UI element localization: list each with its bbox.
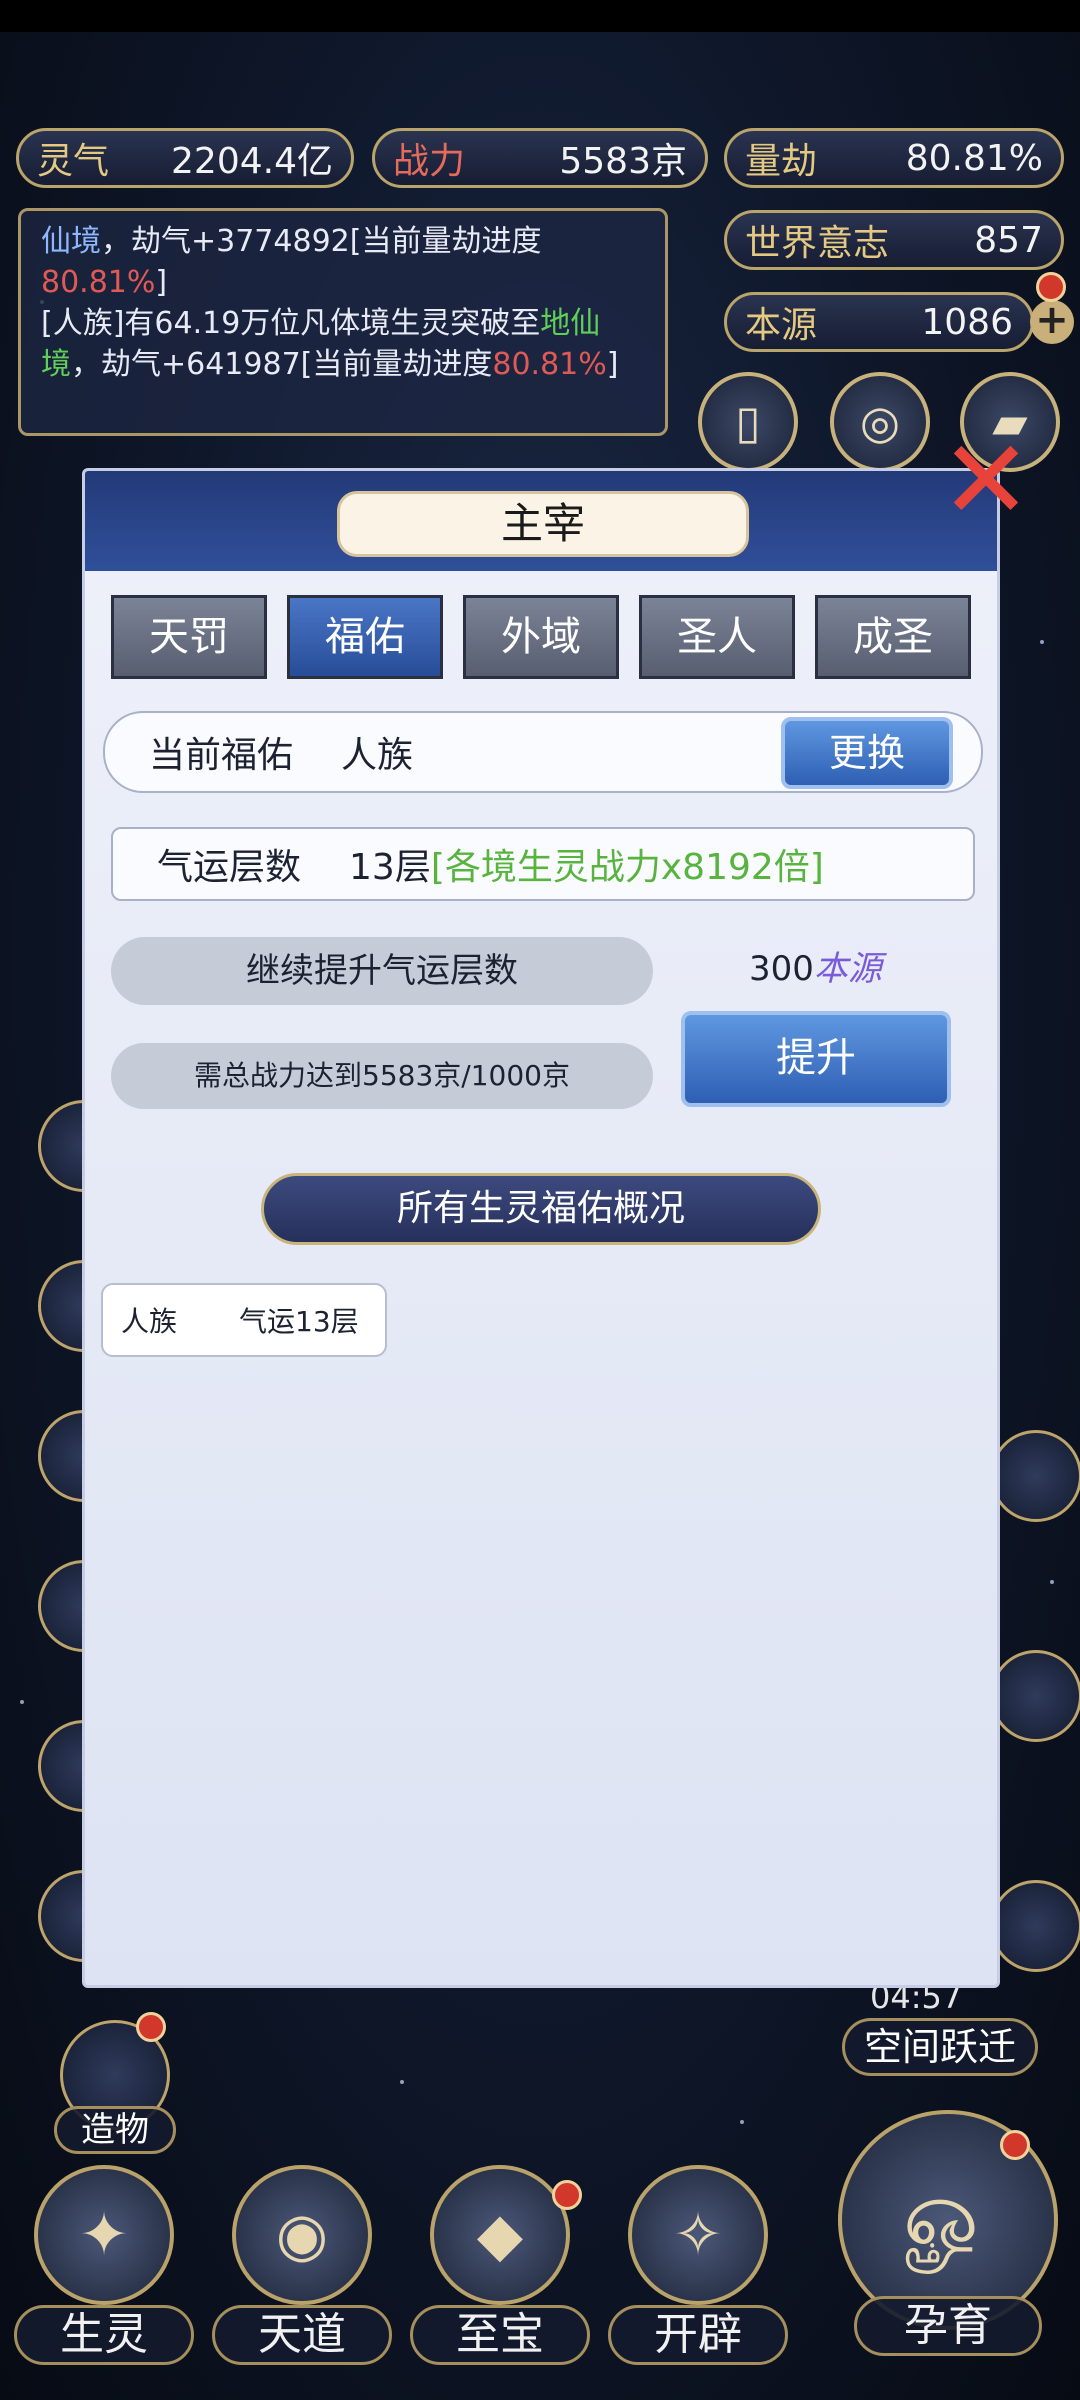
upgrade-requirement: 需总战力达到5583京/1000京 [111, 1043, 653, 1109]
nav-tiandao[interactable]: ◉ 天道 [212, 2165, 392, 2365]
log-text: [人族]有64.19万位凡体境生灵突破至 [41, 306, 541, 341]
side-left-label[interactable]: 造物 [54, 2106, 176, 2154]
notification-dot [1000, 2130, 1030, 2160]
upgrade-title: 继续提升气运层数 [111, 937, 653, 1005]
add-benyuan-button[interactable]: + [1030, 300, 1074, 344]
side-button[interactable] [990, 1430, 1080, 1522]
log-text: ，劫气+641987[当前量劫进度 [71, 347, 493, 382]
cost-amount: 300 [749, 949, 814, 989]
log-text: 地 [540, 306, 571, 341]
star-decoration [20, 1700, 24, 1704]
tab-fuyou[interactable]: 福佑 [287, 595, 443, 679]
space-warp-button[interactable]: 空间跃迁 [842, 2018, 1038, 2076]
shijie-label: 世界意志 [745, 223, 890, 264]
master-dialog: 主宰 天罚 福佑 外域 圣人 成圣 当前福佑 人族 更换 气运层数 13层 [各… [82, 468, 1000, 1988]
nav-label: 至宝 [410, 2305, 590, 2365]
overview-fortune: 气运13层 [239, 1305, 359, 1338]
log-line: [人族]有64.19万位凡体境生灵突破至地仙境，劫气+641987[当前量劫进度… [41, 303, 645, 385]
benyuan-counter: 本源 1086 [724, 292, 1034, 352]
tab-waiyu[interactable]: 外域 [463, 595, 619, 679]
nav-label: 孕育 [854, 2296, 1042, 2356]
swap-button[interactable]: 更换 [781, 717, 953, 789]
overview-banner: 所有生灵福佑概况 [261, 1173, 821, 1245]
liangjie-label: 量劫 [745, 141, 818, 182]
star-decoration [1040, 640, 1044, 644]
log-text: ，劫气+3774892[当前量劫进度 [101, 224, 542, 259]
fortune-value: 13层 [349, 847, 431, 888]
book-icon[interactable]: ▯ [698, 372, 798, 472]
shijie-counter[interactable]: 世界意志 857 [724, 210, 1064, 270]
swirl-icon: ◉ [232, 2165, 372, 2305]
star-decoration [400, 2080, 404, 2084]
star-decoration [1050, 1580, 1054, 1584]
cost-unit: 本源 [813, 949, 882, 989]
tab-chengsheng[interactable]: 成圣 [815, 595, 971, 679]
lingqi-counter: 灵气 2204.4亿 [16, 128, 354, 188]
upgrade-button[interactable]: 提升 [681, 1011, 951, 1107]
phoenix-icon: ✦ [34, 2165, 174, 2305]
current-blessing-value: 人族 [341, 735, 414, 776]
side-button[interactable] [990, 1880, 1080, 1972]
tab-tianfa[interactable]: 天罚 [111, 595, 267, 679]
fortune-bonus: [各境生灵战力x8192倍] [430, 847, 824, 888]
log-progress: 80.81% [492, 347, 607, 382]
side-button[interactable] [990, 1650, 1080, 1742]
nav-shengling[interactable]: ✦ 生灵 [14, 2165, 194, 2365]
fortune-label: 气运层数 [157, 847, 302, 888]
notification-dot [1036, 272, 1066, 302]
log-text: ] [155, 265, 168, 300]
liangjie-value: 80.81% [905, 137, 1043, 179]
overview-item: 人族 气运13层 [101, 1283, 387, 1357]
log-line: 仙境，劫气+3774892[当前量劫进度 80.81%] [41, 221, 645, 303]
zhanli-value: 5583京 [559, 141, 687, 182]
current-blessing-label: 当前福佑 [149, 735, 294, 776]
nav-label: 开辟 [608, 2305, 788, 2365]
overview-race: 人族 [121, 1305, 178, 1338]
crystal-icon: ✧ [628, 2165, 768, 2305]
status-bar [0, 0, 1080, 32]
close-icon[interactable]: ✕ [936, 425, 1036, 535]
notification-dot [136, 2012, 166, 2042]
vortex-icon[interactable]: ◎ [830, 372, 930, 472]
zhanli-label: 战力 [393, 141, 466, 182]
event-log: 仙境，劫气+3774892[当前量劫进度 80.81%] [人族]有64.19万位… [18, 208, 668, 436]
log-text: 仙境 [41, 224, 101, 259]
dialog-title: 主宰 [337, 491, 749, 557]
notification-dot [552, 2180, 582, 2210]
log-progress: 80.81% [41, 265, 156, 300]
tab-shengren[interactable]: 圣人 [639, 595, 795, 679]
nav-label: 天道 [212, 2305, 392, 2365]
upgrade-cost: 300本源 [749, 941, 882, 990]
log-text: ] [606, 347, 619, 382]
benyuan-value: 1086 [921, 301, 1013, 343]
shijie-value: 857 [974, 219, 1043, 261]
zhanli-counter: 战力 5583京 [372, 128, 708, 188]
star-decoration [740, 2120, 744, 2124]
fortune-row: 气运层数 13层 [各境生灵战力x8192倍] [111, 827, 975, 901]
nav-kaipi[interactable]: ✧ 开辟 [608, 2165, 788, 2365]
nav-yunyu[interactable]: ௐ 孕育 [830, 2110, 1066, 2380]
lingqi-value: 2204.4亿 [171, 141, 333, 182]
treasure-icon: ◆ [430, 2165, 570, 2305]
lingqi-label: 灵气 [37, 141, 110, 182]
liangjie-counter[interactable]: 量劫 80.81% [724, 128, 1064, 188]
nav-label: 生灵 [14, 2305, 194, 2365]
benyuan-label: 本源 [745, 305, 818, 346]
